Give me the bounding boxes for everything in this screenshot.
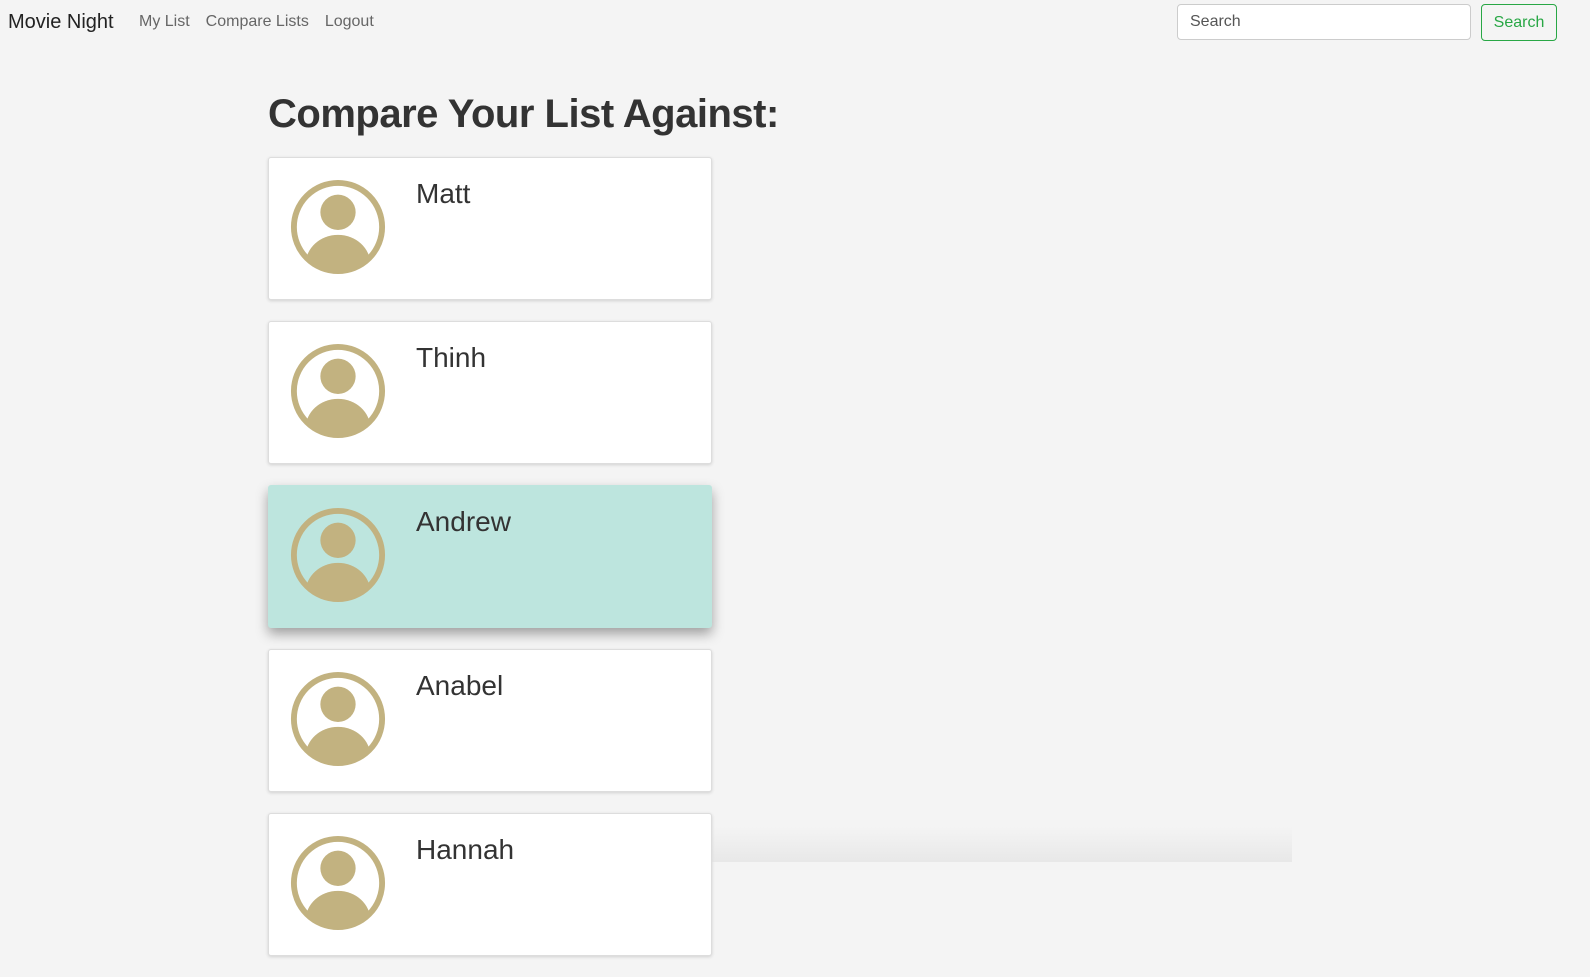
nav-links: My List Compare Lists Logout [139, 13, 374, 31]
user-avatar-icon [290, 343, 386, 439]
user-card-thinh[interactable]: Thinh [268, 321, 712, 464]
user-avatar-icon [290, 835, 386, 931]
page-title: Compare Your List Against: [268, 92, 779, 136]
brand-link[interactable]: Movie Night [8, 11, 114, 34]
user-avatar-icon [290, 179, 386, 275]
user-avatar-icon [290, 671, 386, 767]
user-card-matt[interactable]: Matt [268, 157, 712, 300]
user-list: Matt Thinh Andrew Anabel Hannah [268, 157, 712, 977]
user-name: Thinh [416, 342, 487, 373]
scroll-shadow [712, 826, 1292, 862]
navbar: Movie Night My List Compare Lists Logout… [0, 0, 1590, 46]
user-name: Hannah [416, 834, 515, 865]
nav-compare-lists[interactable]: Compare Lists [206, 13, 309, 31]
user-card-andrew[interactable]: Andrew [268, 485, 712, 628]
search-input[interactable] [1177, 4, 1471, 40]
user-name: Matt [416, 178, 471, 209]
user-card-anabel[interactable]: Anabel [268, 649, 712, 792]
nav-my-list[interactable]: My List [139, 13, 190, 31]
nav-logout[interactable]: Logout [325, 13, 374, 31]
user-name: Andrew [416, 506, 511, 537]
user-card-hannah[interactable]: Hannah [268, 813, 712, 956]
search-button[interactable]: Search [1481, 4, 1557, 41]
user-name: Anabel [416, 670, 504, 701]
user-avatar-icon [290, 507, 386, 603]
